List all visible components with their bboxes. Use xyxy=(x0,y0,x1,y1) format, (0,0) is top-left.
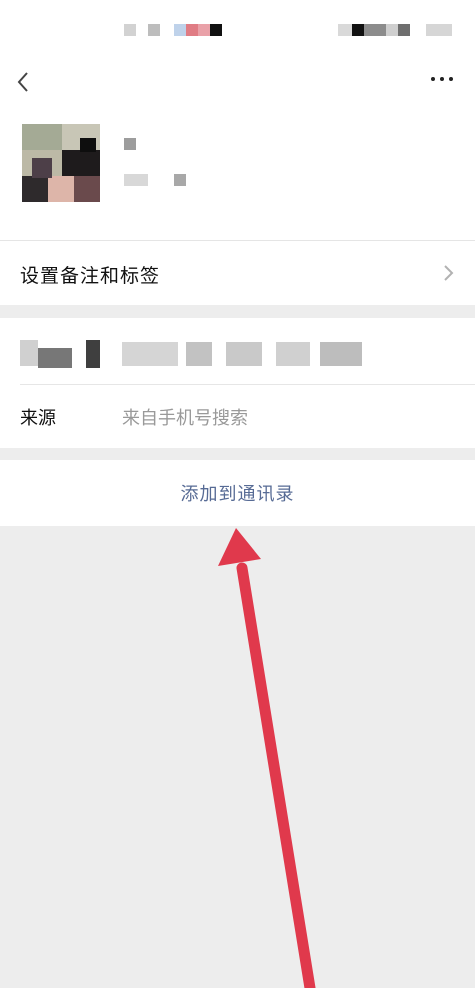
redacted-text xyxy=(276,342,310,366)
status-pixel xyxy=(386,24,398,36)
status-pixel xyxy=(338,24,352,36)
add-to-contacts-button[interactable]: 添加到通讯录 xyxy=(0,460,475,526)
wechat-id-redacted xyxy=(124,174,148,186)
arrow-shaft xyxy=(236,562,316,988)
status-bar xyxy=(0,0,475,60)
info-section: 来源 来自手机号搜索 xyxy=(0,318,475,448)
status-pixel xyxy=(148,24,160,36)
divider xyxy=(20,384,475,385)
status-pixel xyxy=(186,24,198,36)
status-pixel xyxy=(174,24,186,36)
more-options-icon[interactable] xyxy=(429,74,457,84)
profile-header xyxy=(0,0,475,240)
add-contact-row: 添加到通讯录 xyxy=(0,460,475,526)
status-pixel xyxy=(364,24,386,36)
status-pixel xyxy=(124,24,136,36)
status-pixel xyxy=(198,24,210,36)
set-remark-label: 设置备注和标签 xyxy=(20,265,161,287)
avatar[interactable] xyxy=(22,124,100,202)
nickname-redacted xyxy=(124,138,136,150)
wechat-id-redacted xyxy=(174,174,186,186)
status-pixel xyxy=(398,24,410,36)
redacted-text xyxy=(186,342,212,366)
redacted-text xyxy=(226,342,262,366)
set-remark-row[interactable]: 设置备注和标签 xyxy=(0,240,475,305)
chevron-right-icon xyxy=(443,263,455,283)
redacted-text xyxy=(20,340,38,366)
status-pixel xyxy=(352,24,364,36)
redacted-text xyxy=(320,342,362,366)
arrow-head xyxy=(218,528,261,566)
redacted-text xyxy=(86,340,100,368)
redacted-text xyxy=(122,342,178,366)
status-pixel xyxy=(210,24,222,36)
profile-info xyxy=(0,110,475,220)
navigation-bar xyxy=(0,60,475,104)
source-value: 来自手机号搜索 xyxy=(122,408,248,429)
status-pixel xyxy=(426,24,452,36)
redacted-text xyxy=(38,348,72,368)
back-arrow-icon[interactable] xyxy=(12,68,36,96)
source-label: 来源 xyxy=(20,408,56,429)
